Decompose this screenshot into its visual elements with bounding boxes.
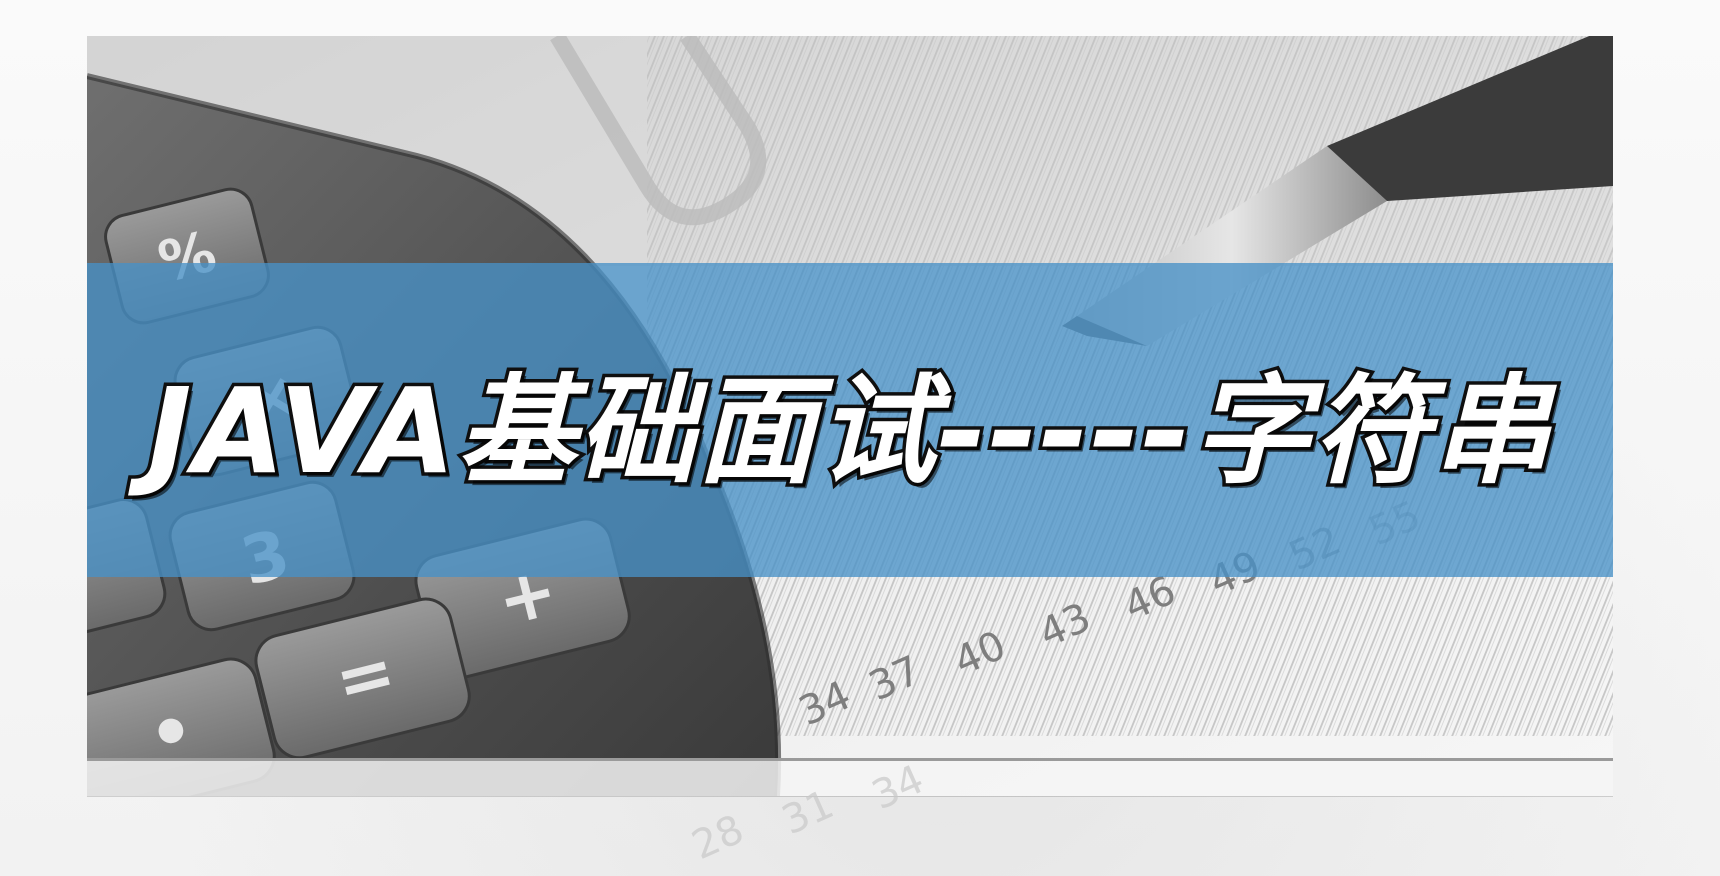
banner-title: JAVA基础面试-----字符串	[144, 358, 1554, 503]
page: % × 3 + = • 34 37 40 43 46 49 52 55	[0, 0, 1720, 876]
header-banner: % × 3 + = • 34 37 40 43 46 49 52 55	[87, 36, 1613, 796]
